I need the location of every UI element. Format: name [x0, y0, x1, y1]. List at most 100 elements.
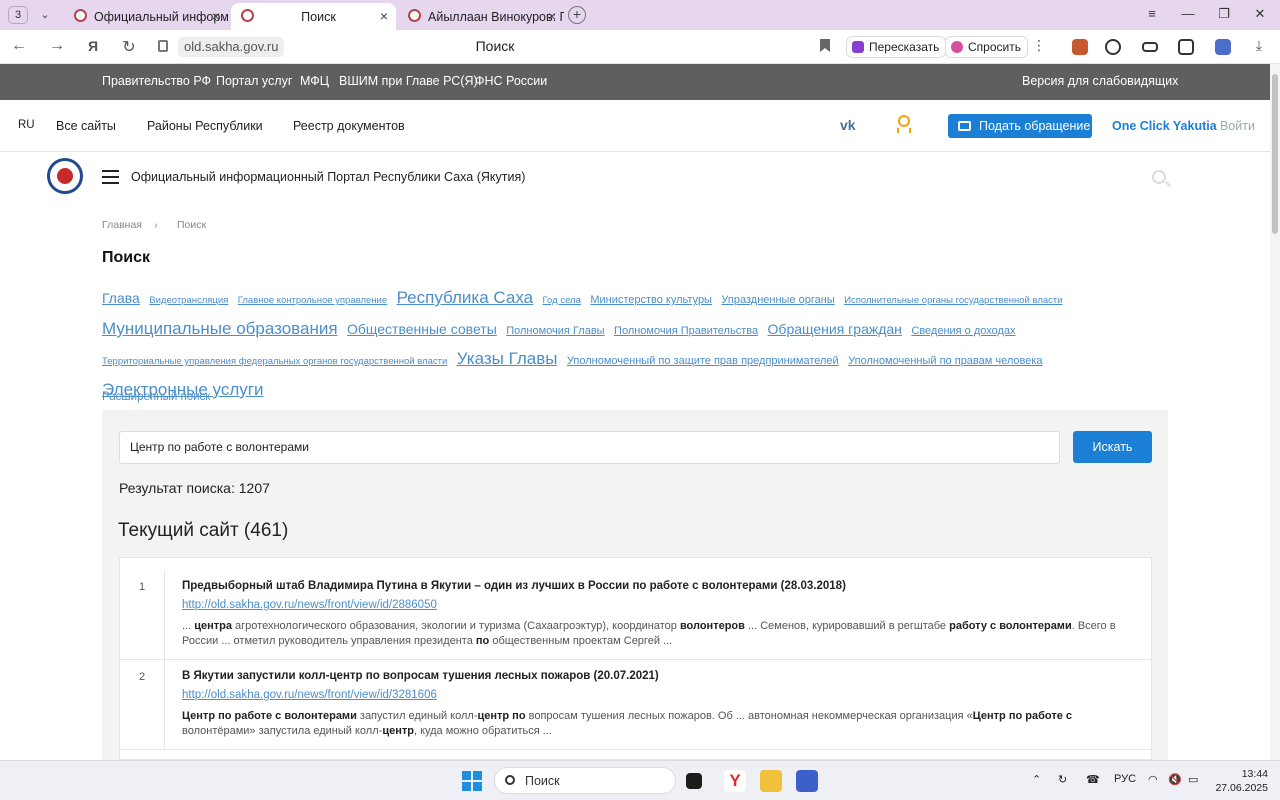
odnoklassniki-icon[interactable] [895, 115, 910, 135]
back-icon[interactable]: ← [8, 37, 30, 55]
tag-link[interactable]: Министерство культуры [590, 294, 712, 306]
result-snippet: Центр по работе с волонтерами запустил е… [182, 709, 1132, 739]
tag-link[interactable]: Полномочия Правительства [614, 325, 758, 337]
more-icon[interactable]: ⋮ [1028, 37, 1050, 54]
chevron-down-icon[interactable]: ⌄ [36, 6, 54, 24]
address-bar[interactable]: old.sakha.gov.ru Поиск [152, 34, 838, 60]
highlighted-term: волонтеров [679, 620, 745, 632]
tag-link[interactable]: Видеотрансляция [149, 295, 228, 306]
downloads-icon[interactable]: ⤓ [1248, 37, 1270, 54]
tag-link[interactable]: Указы Главы [457, 349, 558, 368]
tab-close-icon[interactable]: × [212, 8, 220, 24]
task-view-icon[interactable] [686, 773, 702, 789]
gov-link-mfc[interactable]: МФЦ [300, 74, 329, 88]
ask-icon [951, 41, 963, 53]
tag-link[interactable]: Уполномоченный по защите прав предприним… [567, 355, 839, 367]
reload-icon[interactable]: ↻ [118, 37, 140, 57]
ask-button[interactable]: Спросить [945, 36, 1028, 58]
tab-title: Поиск [301, 9, 336, 24]
extension-badge-icon[interactable] [1215, 39, 1231, 55]
tag-link[interactable]: Общественные советы [347, 321, 497, 337]
tag-link[interactable]: Глава [102, 290, 140, 306]
browser-tab-active[interactable]: Поиск × [231, 3, 396, 30]
tag-link[interactable]: Обращения граждан [768, 321, 902, 337]
analytics-app-icon[interactable] [796, 770, 818, 792]
browser-tab-1[interactable]: Официальный информац × [64, 3, 228, 30]
volume-muted-icon[interactable]: 🔇 [1168, 773, 1182, 786]
close-window-button[interactable]: ✕ [1250, 6, 1270, 22]
tab-close-icon[interactable]: × [548, 8, 556, 24]
documents-registry-link[interactable]: Реестр документов [293, 119, 405, 133]
battery-icon[interactable]: ▭ [1188, 773, 1198, 786]
result-title[interactable]: В Якутии запустили колл-центр по вопроса… [182, 670, 659, 682]
battery-icon[interactable] [1142, 42, 1158, 52]
tag-link[interactable]: Сведения о доходах [911, 325, 1015, 337]
highlighted-term: центр по [477, 710, 526, 722]
gov-link-services[interactable]: Портал услуг [216, 74, 292, 88]
gov-link-vshim[interactable]: ВШИМ при Главе РС(Я) [339, 74, 478, 88]
result-title[interactable]: Предвыборный штаб Владимира Путина в Яку… [182, 580, 846, 592]
minimize-button[interactable]: — [1178, 6, 1198, 21]
all-sites-link[interactable]: Все сайты [56, 119, 116, 133]
result-url[interactable]: http://old.sakha.gov.ru/news/front/view/… [182, 689, 437, 701]
tag-link[interactable]: Территориальные управления федеральных о… [102, 356, 447, 367]
address-page-title: Поиск [475, 38, 515, 54]
tag-link[interactable]: Год села [543, 295, 581, 306]
scrollbar-thumb[interactable] [1272, 74, 1278, 234]
accessibility-link[interactable]: Версия для слабовидящих [1022, 74, 1178, 88]
tag-link[interactable]: Республика Саха [397, 288, 534, 307]
play-icon[interactable] [1105, 39, 1121, 55]
windows-start-icon[interactable] [462, 771, 482, 791]
highlighted-term: Центр по работе с [972, 710, 1073, 722]
vk-icon[interactable]: vk [840, 117, 856, 133]
login-link[interactable]: Войти [1220, 119, 1255, 133]
hamburger-menu-icon[interactable] [102, 170, 119, 184]
one-click-yakutia-link[interactable]: One Click Yakutia [1112, 119, 1217, 133]
breadcrumb-home[interactable]: Главная [102, 219, 142, 231]
emblem-logo[interactable] [47, 158, 83, 194]
submit-appeal-button[interactable]: Подать обращение [948, 114, 1092, 138]
snippet-text: волонтёрами» запустила единый колл- [182, 725, 383, 737]
tag-link[interactable]: Уполномоченный по правам человека [848, 355, 1042, 367]
system-clock[interactable]: 13:44 27.06.2025 [1212, 767, 1268, 795]
refresh-tray-icon[interactable]: ↻ [1058, 773, 1067, 786]
search-icon[interactable] [1152, 170, 1166, 184]
result-url[interactable]: http://old.sakha.gov.ru/news/front/view/… [182, 599, 437, 611]
tag-link[interactable]: Муниципальные образования [102, 319, 338, 338]
highlighted-term: центра [194, 620, 232, 632]
collections-icon[interactable] [1178, 39, 1194, 55]
tag-link[interactable]: Главное контрольное управление [238, 295, 387, 306]
input-language[interactable]: РУС [1114, 773, 1136, 785]
tag-link[interactable]: Упраздненные органы [721, 294, 834, 306]
advanced-search-link[interactable]: Расширенный поиск [102, 391, 210, 403]
menu-icon[interactable]: ≡ [1142, 6, 1162, 21]
portal-title[interactable]: Официальный информационный Портал Респуб… [131, 170, 525, 184]
extension-icon[interactable] [1072, 39, 1088, 55]
gov-link-fns[interactable]: ФНС России [475, 74, 547, 88]
search-button[interactable]: Искать [1073, 431, 1152, 463]
results-table: 1 Предвыборный штаб Владимира Путина в Я… [119, 557, 1153, 760]
site-favicon-icon [408, 9, 421, 22]
browser-tab-3[interactable]: Айыллаан Винокуров: Пр × [398, 3, 564, 30]
search-input[interactable]: Центр по работе с волонтерами [119, 431, 1060, 464]
districts-link[interactable]: Районы Республики [147, 119, 263, 133]
language-switch[interactable]: RU [18, 119, 35, 131]
snippet-text: запустил единый колл- [356, 710, 478, 722]
tag-link[interactable]: Полномочия Главы [506, 325, 604, 337]
retell-button[interactable]: Пересказать [846, 36, 947, 58]
chevron-up-icon[interactable]: ⌃ [1032, 773, 1041, 786]
maximize-button[interactable]: ❐ [1214, 6, 1234, 22]
yandex-icon[interactable]: Я [82, 38, 104, 54]
tag-link[interactable]: Исполнительные органы государственной вл… [844, 295, 1062, 306]
new-tab-button[interactable]: + [568, 6, 586, 24]
page-scrollbar[interactable] [1270, 64, 1280, 760]
forward-icon[interactable]: → [46, 37, 68, 55]
file-explorer-icon[interactable] [760, 770, 782, 792]
wifi-icon[interactable]: ◠ [1148, 773, 1158, 786]
taskbar-search[interactable]: Поиск [494, 767, 676, 794]
tab-count-button[interactable]: 3 [8, 6, 28, 24]
yandex-browser-icon[interactable]: Y [724, 770, 746, 792]
tab-close-icon[interactable]: × [380, 8, 388, 24]
gov-link-government[interactable]: Правительство РФ [102, 74, 211, 88]
feedback-icon[interactable]: ☎ [1086, 773, 1100, 786]
